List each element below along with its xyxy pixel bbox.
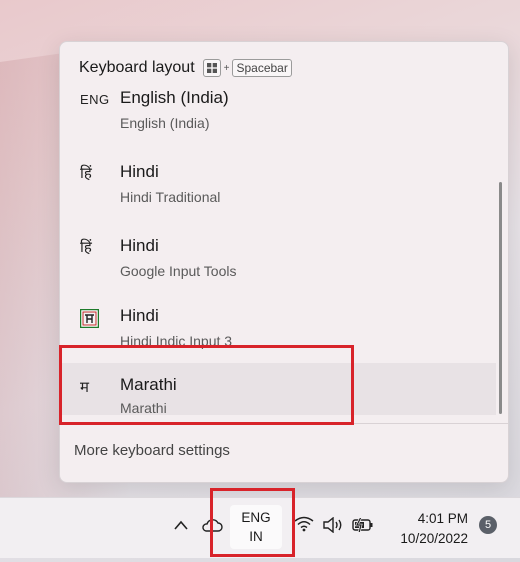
- spacebar-key: Spacebar: [232, 59, 292, 77]
- clock-date: 10/20/2022: [400, 531, 468, 546]
- wifi-icon[interactable]: [294, 516, 314, 537]
- layout-item-subtitle: Google Input Tools: [120, 263, 237, 279]
- layout-item-title: Hindi: [120, 236, 159, 255]
- volume-icon[interactable]: [322, 516, 344, 538]
- list-scrollbar[interactable]: [499, 182, 502, 414]
- chevron-up-icon[interactable]: [173, 518, 189, 536]
- flyout-title: Keyboard layout: [79, 59, 195, 76]
- layout-item-hindi-traditional[interactable]: हिं Hindi Hindi Traditional: [60, 149, 496, 223]
- windows-key-icon: [202, 59, 221, 77]
- layout-item-subtitle: Hindi Traditional: [120, 189, 221, 205]
- layout-item-hindi-google[interactable]: हिं Hindi Google Input Tools: [60, 223, 496, 297]
- layout-item-title: Hindi: [120, 306, 159, 325]
- battery-charging-icon[interactable]: [352, 516, 374, 537]
- notification-badge[interactable]: 5: [479, 516, 497, 534]
- flyout-header: Keyboard layout + Spacebar: [60, 42, 508, 94]
- shortcut-plus: +: [223, 62, 230, 74]
- marathi-highlight-box: [59, 345, 354, 425]
- language-indicator-highlight-box: [210, 488, 295, 557]
- hindi-indic-ime-icon: [79, 308, 104, 332]
- layout-item-subtitle: English (India): [120, 115, 210, 131]
- layout-item-title: Hindi: [120, 162, 159, 181]
- layout-item-title: English (India): [120, 88, 229, 107]
- clock[interactable]: 4:01 PM 10/20/2022: [388, 509, 468, 549]
- shortcut-hint: + Spacebar: [202, 59, 292, 77]
- layout-item-english-india[interactable]: ENG English (India) English (India): [60, 88, 496, 149]
- hindi-language-icon: हिं: [80, 239, 92, 256]
- eng-language-icon: ENG: [80, 92, 110, 107]
- more-keyboard-settings-link[interactable]: More keyboard settings: [74, 442, 230, 459]
- clock-time: 4:01 PM: [417, 511, 468, 526]
- hindi-language-icon: हिं: [80, 165, 92, 182]
